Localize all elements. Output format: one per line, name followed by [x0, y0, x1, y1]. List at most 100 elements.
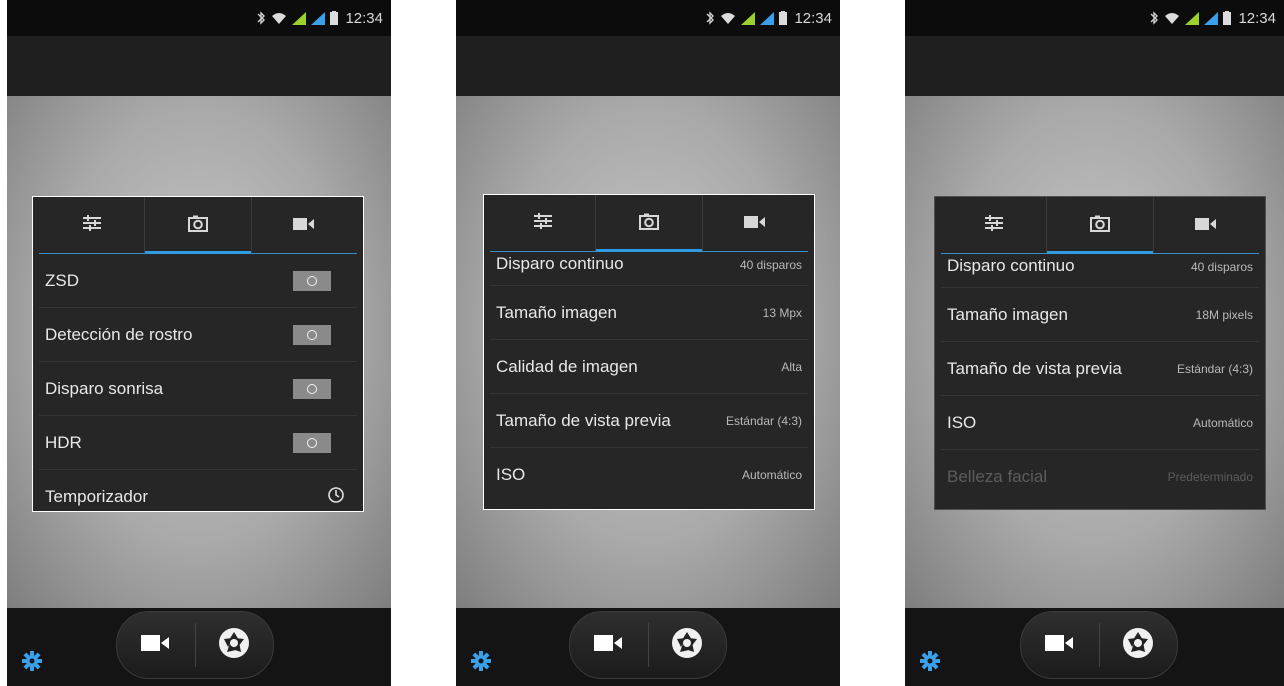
- setting-row-preview-size[interactable]: Tamaño de vista previa Estándar (4:3): [490, 394, 808, 448]
- capture-controls: [569, 611, 727, 679]
- setting-value: Estándar (4:3): [725, 413, 802, 428]
- settings-gear-button[interactable]: [919, 651, 941, 675]
- wifi-icon: [1164, 12, 1180, 25]
- setting-label: Belleza facial: [947, 467, 1048, 486]
- tab-general[interactable]: [39, 197, 144, 253]
- top-band: [905, 36, 1284, 96]
- signal-icon: [760, 11, 775, 25]
- setting-row-timer[interactable]: Temporizador: [39, 470, 357, 511]
- setting-label: Calidad de imagen: [496, 356, 638, 376]
- setting-value: Automático: [741, 468, 802, 482]
- camera-icon: [187, 215, 208, 236]
- setting-row-smile-shot[interactable]: Disparo sonrisa: [39, 362, 357, 416]
- setting-row-face-detection[interactable]: Detección de rostro: [39, 308, 357, 362]
- timer-icon: [327, 486, 345, 508]
- gear-icon: [22, 651, 42, 675]
- camera-icon: [638, 213, 659, 234]
- bluetooth-icon: [1149, 11, 1159, 25]
- signal-icon: [1204, 11, 1219, 25]
- setting-label: Tamaño de vista previa: [496, 410, 671, 430]
- settings-tabs: [941, 197, 1259, 254]
- face-detection-toggle[interactable]: [293, 324, 331, 345]
- setting-label: HDR: [45, 432, 82, 452]
- setting-row-preview-size[interactable]: Tamaño de vista previa Estándar (4:3): [941, 342, 1259, 396]
- setting-row-image-quality[interactable]: Calidad de imagen Alta: [490, 340, 808, 394]
- tab-camera[interactable]: [144, 197, 251, 254]
- bluetooth-icon: [256, 11, 266, 25]
- setting-row-burst[interactable]: Disparo continuo 40 disparos: [941, 254, 1259, 288]
- sliders-icon: [532, 212, 554, 234]
- setting-value: 40 disparos: [1190, 260, 1253, 274]
- gear-icon: [920, 651, 940, 675]
- setting-value: 13 Mpx: [762, 305, 802, 320]
- battery-icon: [1223, 11, 1232, 25]
- smile-shot-toggle[interactable]: [293, 378, 331, 399]
- sliders-icon: [983, 214, 1005, 236]
- shutter-button[interactable]: [1100, 612, 1178, 678]
- status-time: 12:34: [1238, 9, 1276, 27]
- setting-label: Disparo continuo: [947, 256, 1075, 275]
- setting-label: Detección de rostro: [45, 324, 193, 344]
- settings-tabs: [39, 197, 357, 254]
- video-record-button[interactable]: [117, 612, 195, 678]
- setting-value: 18M pixels: [1195, 307, 1253, 322]
- setting-row-zsd[interactable]: ZSD: [39, 254, 357, 308]
- wifi-icon: [720, 12, 736, 25]
- tab-general[interactable]: [941, 197, 1046, 253]
- setting-value: Alta: [781, 359, 802, 374]
- bluetooth-icon: [705, 11, 715, 25]
- phone-screen-1: 12:34 ZSD Detección de rostro Disparo so…: [7, 0, 391, 686]
- status-time: 12:34: [345, 9, 383, 27]
- signal-icon: [1185, 11, 1200, 25]
- setting-label: Tamaño imagen: [947, 304, 1068, 324]
- gear-icon: [471, 651, 491, 675]
- setting-label: ISO: [947, 412, 977, 432]
- tab-video[interactable]: [701, 195, 808, 251]
- setting-row-burst[interactable]: Disparo continuo 40 disparos: [490, 252, 808, 286]
- hdr-toggle[interactable]: [293, 432, 331, 453]
- shutter-button[interactable]: [649, 612, 727, 678]
- setting-value: Estándar (4:3): [1176, 361, 1253, 376]
- setting-row-face-beauty: Belleza facial Predeterminado: [941, 450, 1259, 504]
- settings-gear-button[interactable]: [470, 651, 492, 675]
- setting-row-iso[interactable]: ISO Automático: [490, 448, 808, 502]
- top-band: [7, 36, 391, 96]
- aperture-icon: [217, 626, 251, 664]
- setting-value: Automático: [1192, 415, 1253, 430]
- setting-label: Disparo continuo: [496, 254, 624, 273]
- settings-panel: Disparo continuo 40 disparos Tamaño imag…: [483, 194, 815, 510]
- capture-controls: [1020, 611, 1178, 679]
- aperture-icon: [670, 626, 704, 664]
- battery-icon: [779, 11, 788, 25]
- video-record-button[interactable]: [1021, 612, 1099, 678]
- settings-gear-button[interactable]: [21, 651, 43, 675]
- zsd-toggle[interactable]: [293, 270, 331, 291]
- setting-value: 40 disparos: [739, 258, 802, 272]
- video-icon: [1044, 634, 1075, 656]
- battery-icon: [330, 11, 339, 25]
- setting-row-hdr[interactable]: HDR: [39, 416, 357, 470]
- setting-label: Disparo sonrisa: [45, 378, 164, 398]
- video-record-button[interactable]: [570, 612, 648, 678]
- camera-icon: [1089, 215, 1110, 236]
- video-icon: [1195, 216, 1217, 235]
- signal-icon: [741, 11, 756, 25]
- shutter-button[interactable]: [196, 612, 274, 678]
- video-icon: [140, 634, 171, 656]
- setting-row-image-size[interactable]: Tamaño imagen 18M pixels: [941, 288, 1259, 342]
- setting-row-iso[interactable]: ISO Automático: [941, 396, 1259, 450]
- signal-icon: [311, 11, 326, 25]
- video-icon: [744, 214, 766, 233]
- tab-camera[interactable]: [1046, 197, 1153, 254]
- tab-video[interactable]: [250, 197, 357, 253]
- tab-video[interactable]: [1152, 197, 1259, 253]
- aperture-icon: [1121, 626, 1155, 664]
- settings-panel: Disparo continuo 40 disparos Tamaño imag…: [934, 196, 1266, 510]
- status-time: 12:34: [794, 9, 832, 27]
- status-bar: 12:34: [905, 0, 1284, 36]
- setting-row-image-size[interactable]: Tamaño imagen 13 Mpx: [490, 286, 808, 340]
- tab-camera[interactable]: [595, 195, 702, 252]
- setting-value: Predeterminado: [1167, 470, 1253, 484]
- status-bar: 12:34: [456, 0, 840, 36]
- tab-general[interactable]: [490, 195, 595, 251]
